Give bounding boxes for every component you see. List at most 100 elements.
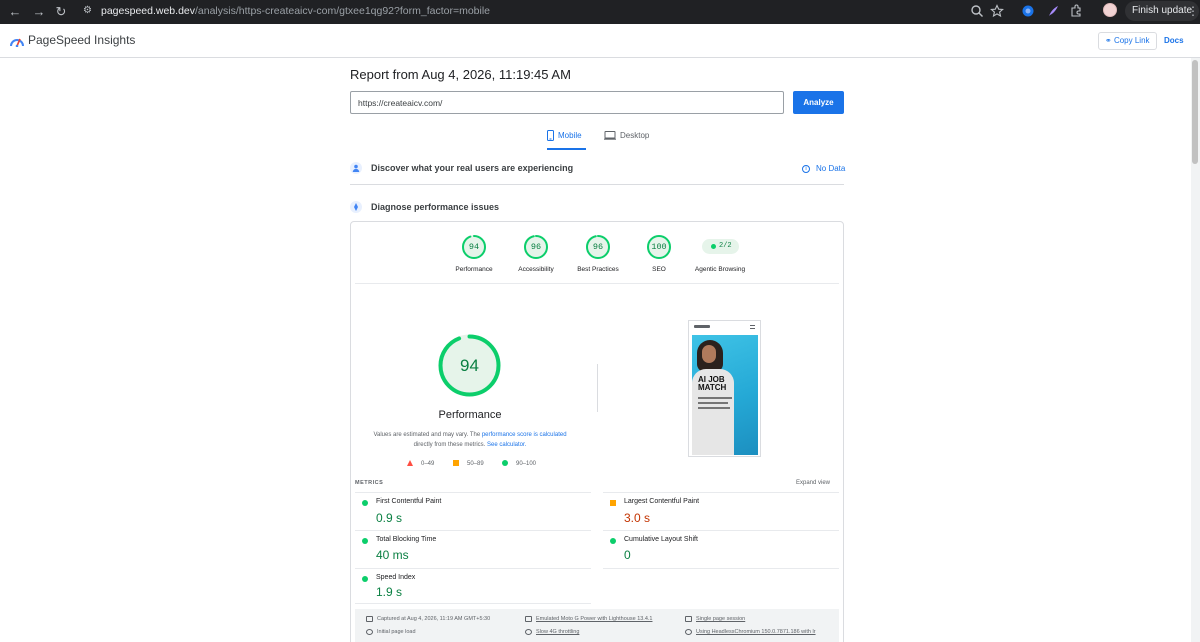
chromium-icon [685,628,692,635]
headline-line-2: MATCH [698,383,727,392]
performance-score-gauge[interactable]: 94 [461,234,487,260]
tab-mobile[interactable]: Mobile [547,128,586,150]
browser-toolbar: ← → ↻ ⚙ pagespeed.web.dev/analysis/https… [0,0,1200,24]
seo-score-gauge[interactable]: 100 [646,234,672,260]
performance-title: Performance [438,409,502,421]
analyze-button[interactable]: Analyze [793,91,844,114]
device-text: Emulated Moto G Power with Lighthouse 13… [536,616,653,622]
bookmark-star-icon[interactable] [990,4,1004,18]
no-data-link[interactable]: i No Data [802,164,845,173]
no-data-label: No Data [816,164,846,173]
metric-value-lcp: 3.0 s [624,511,651,525]
url-input[interactable] [350,91,784,114]
calendar-icon [366,615,373,622]
zoom-icon[interactable] [970,4,984,18]
copy-link-button[interactable]: ⚭ Copy Link [1098,32,1157,50]
average-square-icon [610,500,616,506]
scrollbar-thumb[interactable] [1192,60,1198,164]
app-title[interactable]: PageSpeed Insights [28,33,135,47]
metric-value-tbt: 40 ms [376,548,409,562]
profile-avatar[interactable] [1103,3,1117,17]
report-title: Report from Aug 4, 2026, 11:19:45 AM [350,67,571,82]
back-arrow-icon[interactable]: ← [6,3,24,21]
poor-triangle-icon [407,460,413,467]
app-header: PageSpeed Insights [0,24,1200,58]
agentic-browsing-label: Agentic Browsing [694,266,746,273]
good-circle-icon [610,538,616,544]
throttling-info[interactable]: Slow 4G throttling [525,628,579,636]
tab-desktop[interactable]: Desktop [604,128,649,150]
tab-desktop-label: Desktop [620,131,650,140]
metrics-heading: METRICS [355,480,384,486]
forward-arrow-icon[interactable]: → [30,3,48,21]
real-users-heading: Discover what your real users are experi… [371,163,574,173]
performance-score: 94 [468,242,480,252]
text-line [698,407,730,409]
browser-info[interactable]: Using HeadlessChromium 150.0.7871.186 wi… [685,628,816,636]
metric-divider [603,530,839,531]
site-info-icon[interactable]: ⚙ [83,4,95,18]
metric-name-speed-index: Speed Index [376,574,416,581]
link-icon: ⚭ [1105,36,1114,45]
metric-divider [355,568,591,569]
tab-mobile-label: Mobile [558,131,582,140]
page-screenshot-thumbnail: AI JOB MATCH [688,320,761,457]
average-square-icon [453,460,459,467]
metric-name-cls: Cumulative Layout Shift [624,536,698,543]
hamburger-menu-icon [750,325,755,329]
wifi-icon [525,628,532,635]
metric-divider [355,530,591,531]
metric-value-fcp: 0.9 s [376,511,403,525]
good-circle-icon [362,500,368,506]
metric-value-cls: 0 [624,548,631,562]
url-path: /analysis/https-createaicv-com/gtxee1qg9… [195,5,491,17]
thumbnail-headline: AI JOB MATCH [698,376,726,392]
legend-good: 90–100 [502,459,536,469]
docs-link[interactable]: Docs [1164,36,1184,45]
see-calculator-link[interactable]: See calculator. [487,442,526,448]
browser-menu-icon[interactable]: ⋮ [1187,3,1199,19]
session-icon [685,615,692,622]
captured-info: Captured at Aug 4, 2026, 11:19 AM GMT+5:… [366,615,490,623]
device-info[interactable]: Emulated Moto G Power with Lighthouse 13… [525,615,652,623]
expand-view-toggle[interactable]: Expand view [796,480,830,486]
section-divider [350,184,844,185]
text-line [698,402,728,404]
reload-icon[interactable]: ↻ [52,3,70,21]
person-face [702,345,716,363]
device-icon [525,615,532,622]
best-practices-score: 96 [592,242,604,252]
address-bar[interactable]: pagespeed.web.dev/analysis/https-createa… [101,4,490,18]
session-info[interactable]: Single page session [685,615,745,623]
runtime-settings-panel [355,609,839,642]
seo-score: 100 [651,242,667,252]
legend-average-label: 50–89 [467,461,484,467]
legend-poor-label: 0–49 [421,461,435,467]
note-text-b: directly from these metrics. [413,442,487,448]
agentic-browsing-badge[interactable]: 2/2 [702,239,739,254]
metric-divider [355,492,591,493]
extensions-puzzle-icon[interactable] [1069,4,1083,18]
metric-name-tbt: Total Blocking Time [376,536,437,543]
info-icon: i [802,164,810,173]
pass-dot-icon [711,244,716,249]
copy-link-label: Copy Link [1113,36,1150,45]
metric-divider [603,568,839,569]
initial-load-info: Initial page load [366,628,416,636]
good-circle-icon [362,538,368,544]
score-calculated-link[interactable]: performance score is calculated [482,432,567,438]
metric-name-fcp: First Contentful Paint [376,498,442,505]
desktop-monitor-icon [604,131,616,141]
metric-divider [603,492,839,493]
accessibility-score-gauge[interactable]: 96 [523,234,549,260]
accessibility-score: 96 [530,242,542,252]
vertical-divider [597,364,598,412]
captured-text: Captured at Aug 4, 2026, 11:19 AM GMT+5:… [377,616,491,622]
good-circle-icon [362,576,368,582]
extension-blue-icon[interactable] [1021,4,1035,18]
card-divider [355,283,839,284]
best-practices-score-gauge[interactable]: 96 [585,234,611,260]
extension-quill-icon[interactable] [1046,4,1060,18]
users-icon [350,162,362,174]
metric-value-speed-index: 1.9 s [376,585,403,599]
